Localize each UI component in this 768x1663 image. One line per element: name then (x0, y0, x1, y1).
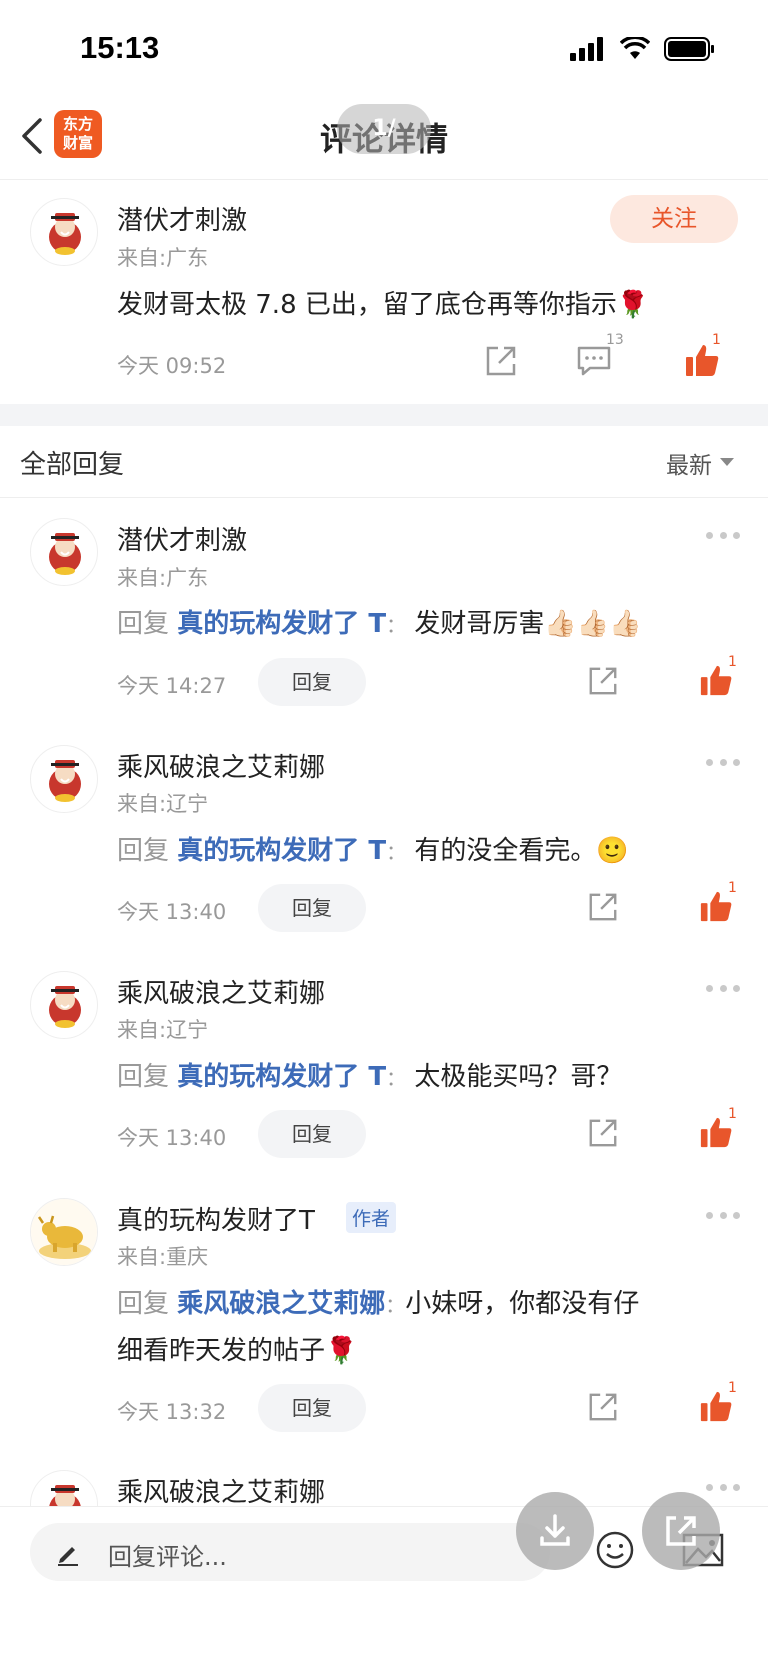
reply-input[interactable]: 回复评论... (30, 1523, 550, 1581)
download-icon (540, 1514, 570, 1546)
reply-button[interactable]: 回复 (258, 884, 366, 932)
reply-time: 今天 13:40 (117, 1126, 227, 1150)
reply-content: 回复 真的玩构发财了 T： 发财哥厉害👍🏻👍🏻👍🏻 (117, 603, 641, 640)
reply-author[interactable]: 潜伏才刺激 (117, 520, 247, 557)
author-badge: 作者 (346, 1202, 397, 1233)
reply-text: 小妹呀，你都没有仔 (405, 1289, 640, 1319)
reply-text: 太极能买吗？哥？ (414, 1062, 623, 1092)
share-float-button[interactable] (642, 1492, 720, 1570)
share-icon (666, 1516, 696, 1546)
reply-target[interactable]: 真的玩构发财了 T (177, 609, 386, 639)
comment-content: 发财哥太极 7.8 已出，留了底仓再等你指示🌹 (117, 290, 650, 320)
reply-author[interactable]: 乘风破浪之艾莉娜 (117, 973, 325, 1010)
reply-author[interactable]: 乘风破浪之艾莉娜 (117, 747, 325, 784)
reply-colon: ： (385, 1293, 406, 1317)
reply-author[interactable]: 真的玩构发财了T (117, 1200, 315, 1237)
avatar[interactable] (30, 1470, 98, 1506)
reply-prefix: 回复 (117, 1289, 170, 1319)
share-icon[interactable] (587, 891, 619, 923)
reply-colon: ： (386, 840, 407, 864)
status-time: 15:13 (80, 30, 160, 65)
comment-icon[interactable] (576, 344, 612, 378)
reply-content: 回复 乘风破浪之艾莉娜：小妹呀，你都没有仔 (117, 1283, 639, 1320)
download-button[interactable] (516, 1492, 594, 1570)
pencil-icon (58, 1547, 78, 1566)
reply-colon: ： (386, 613, 407, 637)
avatar[interactable] (30, 745, 98, 813)
more-options-icon[interactable] (706, 1212, 740, 1222)
reply-button[interactable]: 回复 (258, 658, 366, 706)
reply-target[interactable]: 真的玩构发财了 T (177, 836, 386, 866)
reply-text: 有的没全看完。🙂 (414, 836, 629, 866)
caishen-avatar-icon (49, 986, 81, 1028)
more-options-icon[interactable] (706, 532, 740, 542)
reply-button[interactable]: 回复 (258, 1110, 366, 1158)
status-icons (570, 36, 716, 62)
golden-bull-avatar-icon (31, 1199, 97, 1265)
caishen-avatar-icon (49, 213, 81, 255)
like-count: 1 (728, 880, 737, 896)
chevron-down-icon[interactable] (720, 458, 734, 466)
reply-input-placeholder: 回复评论... (108, 1543, 227, 1571)
replies-header: 全部回复 最新 (0, 426, 768, 498)
reply-prefix: 回复 (117, 1062, 170, 1092)
section-title: 全部回复 (20, 450, 125, 480)
reply-location: 来自:辽宁 (117, 792, 209, 816)
reply-prefix: 回复 (117, 609, 170, 639)
share-icon[interactable] (587, 1117, 619, 1149)
caishen-avatar-icon (49, 533, 81, 575)
reply-time: 今天 14:27 (117, 674, 227, 698)
avatar[interactable] (30, 971, 98, 1039)
reply-location: 来自:重庆 (117, 1245, 209, 1269)
share-icon[interactable] (587, 1391, 619, 1423)
reply-content: 回复 真的玩构发财了 T： 太极能买吗？哥？ (117, 1056, 622, 1093)
reply-colon: ： (386, 1066, 407, 1090)
share-icon[interactable] (484, 344, 518, 378)
reply-target[interactable]: 真的玩构发财了 T (177, 1062, 386, 1092)
reply-prefix: 回复 (117, 836, 170, 866)
share-icon[interactable] (587, 665, 619, 697)
reply-text: 发财哥厉害👍🏻👍🏻👍🏻 (414, 609, 642, 639)
section-separator (0, 404, 768, 426)
battery-icon (664, 37, 714, 61)
reply-location: 来自:辽宁 (117, 1018, 209, 1042)
reply-time: 今天 13:32 (117, 1400, 227, 1424)
caishen-avatar-icon (49, 1485, 81, 1506)
reply-target[interactable]: 乘风破浪之艾莉娜 (177, 1289, 385, 1319)
emoji-icon[interactable] (594, 1529, 636, 1571)
avatar[interactable] (30, 1198, 98, 1266)
reply-author[interactable]: 乘风破浪之艾莉娜 (117, 1472, 325, 1509)
comment-count: 13 (606, 332, 624, 348)
nav-bar: 东方 财富 评论详情 1/ (0, 96, 768, 180)
signal-icon (570, 37, 603, 61)
reply-content: 回复 真的玩构发财了 T： 有的没全看完。🙂 (117, 830, 629, 867)
like-count: 1 (728, 654, 737, 670)
reply-time: 今天 13:40 (117, 900, 227, 924)
like-count: 1 (728, 1106, 737, 1122)
comment-time: 今天 09:52 (117, 354, 227, 378)
avatar[interactable] (30, 198, 98, 266)
follow-button[interactable]: 关注 (610, 195, 738, 243)
more-options-icon[interactable] (706, 985, 740, 995)
like-count: 1 (728, 1380, 737, 1396)
comment-location: 来自:广东 (117, 246, 209, 270)
more-options-icon[interactable] (706, 759, 740, 769)
avatar[interactable] (30, 518, 98, 586)
sort-dropdown[interactable]: 最新 (666, 446, 712, 480)
caishen-avatar-icon (49, 760, 81, 802)
reply-text-continued: 细看昨天发的帖子🌹 (117, 1336, 358, 1366)
wifi-icon (620, 37, 650, 59)
comment-author[interactable]: 潜伏才刺激 (117, 200, 247, 237)
reply-button[interactable]: 回复 (258, 1384, 366, 1432)
status-bar: 15:13 (0, 0, 768, 96)
page-indicator: 1/ (337, 104, 431, 154)
reply-location: 来自:广东 (117, 566, 209, 590)
like-count: 1 (712, 332, 721, 348)
reply-content-line-2: 细看昨天发的帖子🌹 (117, 1330, 357, 1367)
